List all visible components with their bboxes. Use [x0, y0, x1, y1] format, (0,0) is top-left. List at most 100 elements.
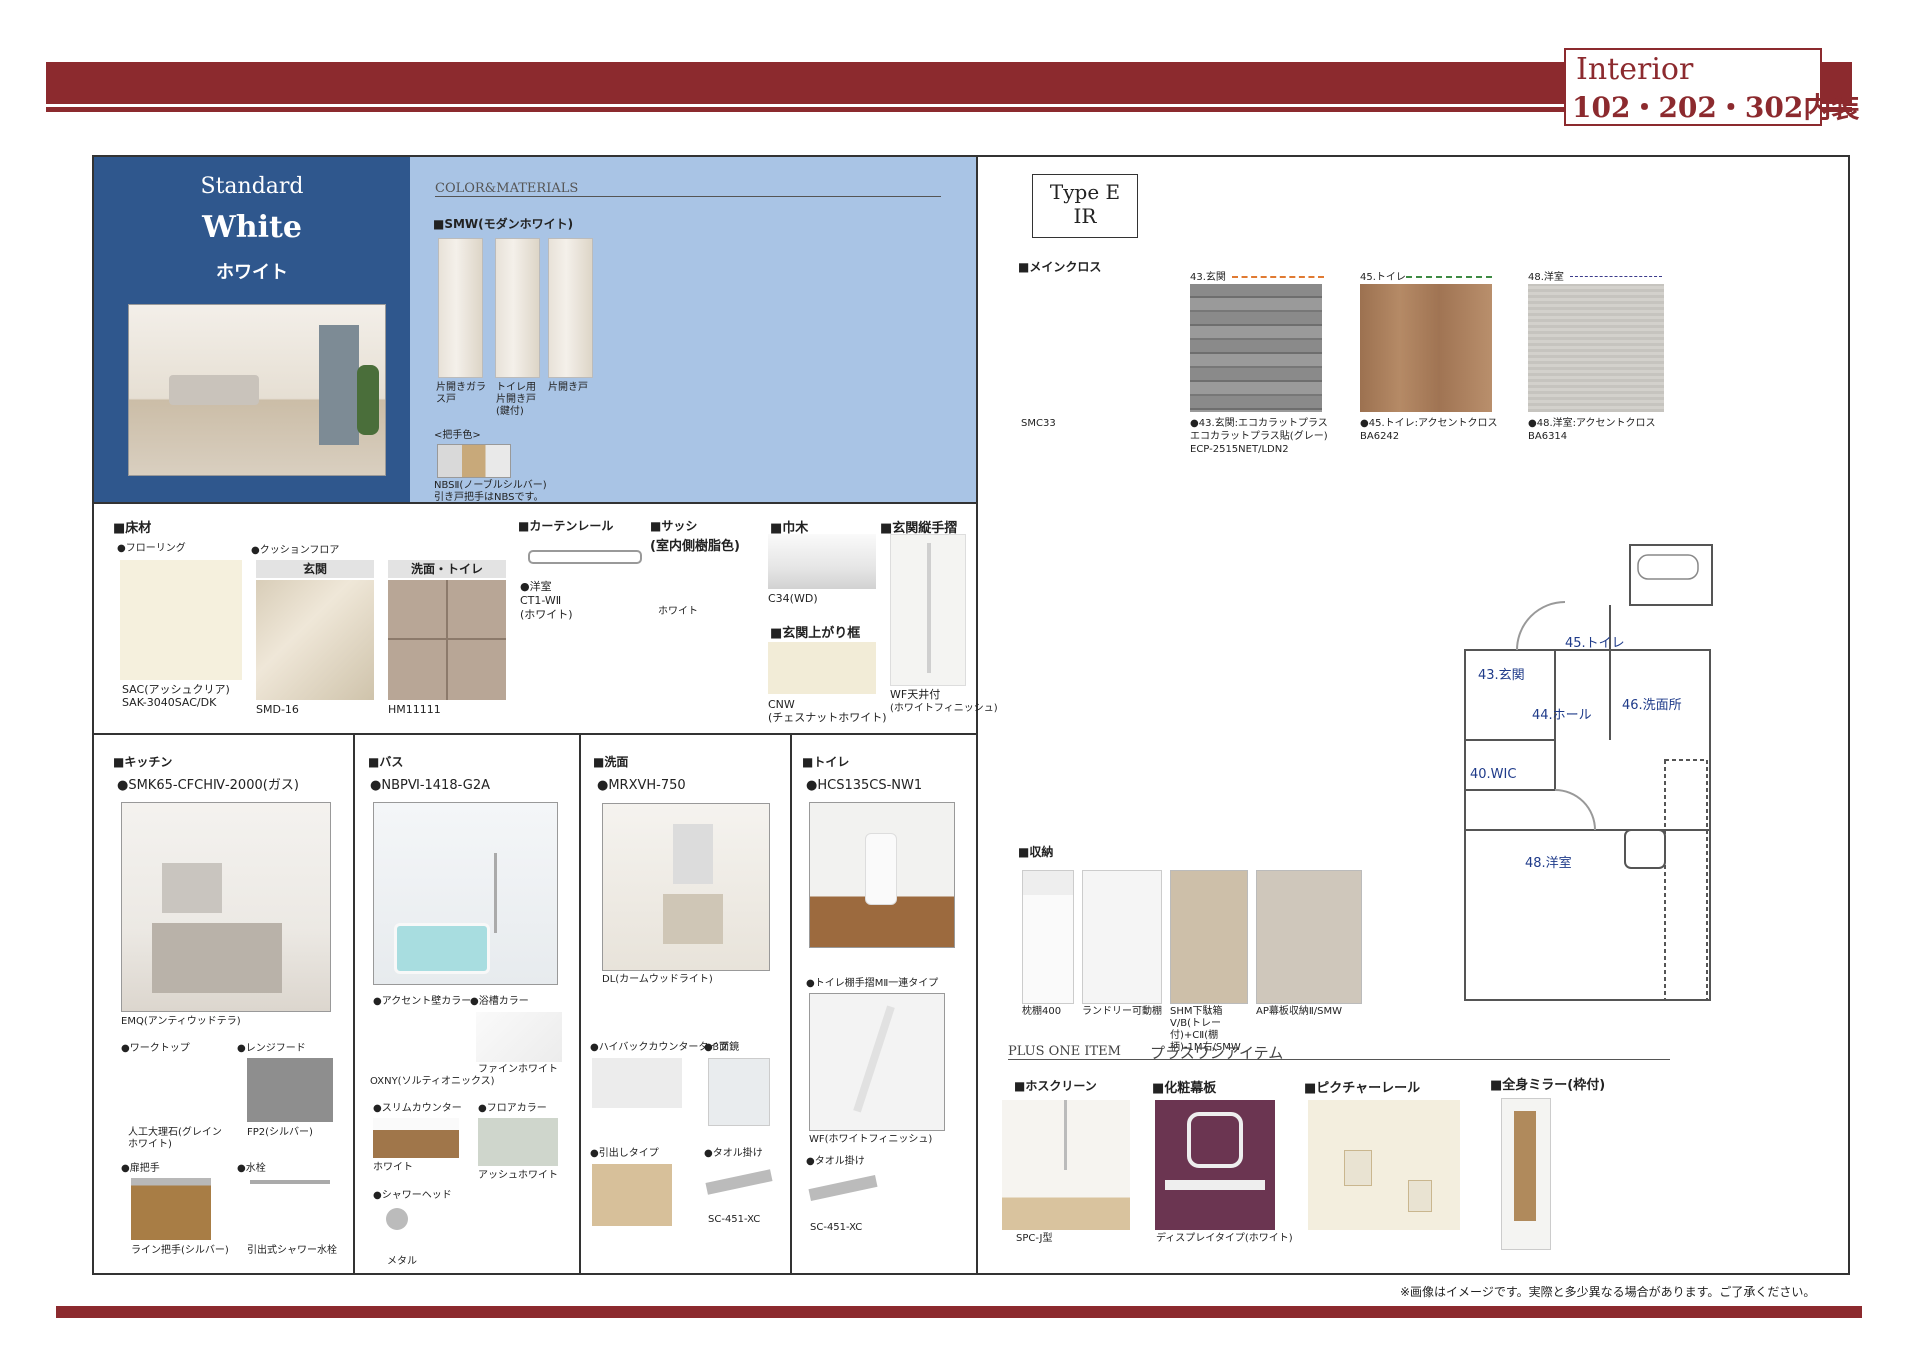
wash-model: ●MRXVH-750	[597, 778, 686, 793]
storage-item-1: 枕棚400	[1022, 1006, 1062, 1017]
mirror-label: ●3面鏡	[704, 1042, 740, 1053]
cushion-genkan-swatch	[256, 580, 374, 700]
door-handle-label: ●扉把手	[121, 1163, 160, 1174]
swatch-2	[1360, 284, 1492, 412]
entrance-rail-color: (ホワイトフィニッシュ)	[890, 703, 998, 714]
curtain-color: (ホワイト)	[520, 608, 573, 621]
cloth-title: ■メインクロス	[1018, 260, 1102, 274]
tub-swatch	[476, 1012, 562, 1062]
bath-model: ●NBPⅥ-1418-G2A	[370, 778, 490, 793]
swatch-3-desc-1: ●48.洋室:アクセントクロス	[1528, 418, 1656, 429]
shower-value: メタル	[387, 1256, 417, 1267]
swatch-3-code: BA6314	[1528, 431, 1568, 442]
plusone-item-2-image	[1155, 1100, 1275, 1230]
cushion-genkan-label: 玄関	[256, 560, 374, 578]
wash-towel-value: SC-451-XC	[708, 1214, 761, 1225]
swatch-1-code: ECP-2515NET/LDN2	[1190, 444, 1289, 455]
plusone-title-en: PLUS ONE ITEM	[1008, 1044, 1121, 1059]
sash-sub: (室内側樹脂色)	[650, 539, 740, 554]
shower-label: ●シャワーヘッド	[373, 1190, 452, 1201]
sash-title: ■サッシ	[650, 519, 698, 533]
bath-floor-swatch	[478, 1118, 558, 1166]
swatch-1-tag: 43.玄関	[1190, 272, 1226, 283]
hood-value: FP2(シルバー)	[247, 1127, 313, 1138]
swatch-3	[1528, 284, 1664, 412]
worktop-value-2: ホワイト)	[128, 1139, 172, 1150]
materials-section-title: COLOR&MATERIALS	[435, 181, 579, 196]
kitchen-model: ●SMK65-CFCHⅣ-2000(ガス)	[117, 778, 299, 793]
cushion-code-1: SMD-16	[256, 703, 299, 716]
baseboard-code: C34(WD)	[768, 592, 818, 605]
door-toilet-swatch	[495, 238, 540, 378]
kitchen-finish: EMQ(アンティウッドテラ)	[121, 1016, 241, 1027]
counter-image	[373, 1118, 459, 1158]
swatch-3-marker	[1570, 276, 1662, 277]
room-40: 40.WIC	[1470, 767, 1517, 782]
storage-image-2	[1082, 870, 1162, 1004]
plan-bath	[1629, 544, 1713, 606]
swatch-2-desc-1: ●45.トイレ:アクセントクロス	[1360, 418, 1498, 429]
room-45: 45.トイレ	[1565, 636, 1625, 651]
accent-value: OXNY(ソルティオニックス)	[370, 1076, 495, 1087]
entrance-rail-image	[890, 534, 966, 686]
divider-kitchen-bath	[353, 734, 355, 1274]
room-43: 43.玄関	[1478, 668, 1525, 683]
materials-rule	[435, 196, 941, 197]
swatch-1-marker	[1232, 276, 1324, 278]
shower-head-image	[386, 1208, 408, 1230]
entrance-frame-color: (チェスナットホワイト)	[768, 711, 887, 724]
room-44: 44.ホール	[1532, 708, 1592, 723]
kitchen-photo	[121, 802, 331, 1012]
header-title-jp: 102・202・302内装	[1572, 91, 1860, 124]
plusone-item-2-code: ディスプレイタイプ(ホワイト)	[1156, 1233, 1293, 1244]
counter-value: ホワイト	[373, 1162, 413, 1173]
swatch-2-tag: 45.トイレ	[1360, 272, 1406, 283]
plusone-item-1-image	[1002, 1100, 1130, 1230]
entrance-frame-code: CNW	[768, 698, 795, 711]
tub-label: ●浴槽カラー	[470, 996, 529, 1007]
bath-title: ■バス	[368, 755, 404, 769]
cushion-label: ●クッションフロア	[251, 545, 340, 556]
accent-label: ●アクセント壁カラー	[373, 996, 472, 1007]
storage-item-4: AP幕板収納Ⅱ/SMW	[1256, 1006, 1343, 1017]
storage-image-4	[1256, 870, 1362, 1004]
worktop-label: ●ワークトップ	[121, 1043, 190, 1054]
flooring-code-1: SAC(アッシュクリア)	[122, 683, 230, 696]
bath-photo	[373, 802, 558, 985]
storage-image-3	[1170, 870, 1248, 1004]
toilet-title: ■トイレ	[802, 755, 850, 769]
toilet-photo	[809, 802, 955, 948]
sash-color: ホワイト	[658, 606, 698, 617]
room-48: 48.洋室	[1525, 856, 1572, 871]
storage-title: ■収納	[1018, 845, 1054, 859]
door-label-3: 片開き戸	[548, 382, 588, 393]
swatch-1-desc-1: ●43.玄関:エコカラットプラス	[1190, 418, 1328, 429]
faucet-label: ●水栓	[237, 1163, 266, 1174]
plusone-item-1-title: ■ホスクリーン	[1014, 1079, 1097, 1093]
swatch-2-code: BA6242	[1360, 431, 1400, 442]
plusone-item-4-image	[1501, 1098, 1551, 1250]
handle-note-1: NBSⅡ(ノーブルシルバー)	[434, 480, 547, 491]
wash-towel-label: ●タオル掛け	[704, 1148, 763, 1159]
hood-image	[247, 1058, 333, 1122]
swatch-1-desc-2: エコカラットプラス貼(グレー)	[1190, 431, 1328, 442]
plusone-item-4-title: ■全身ミラー(枠付)	[1490, 1078, 1606, 1093]
handle-title: <把手色>	[434, 430, 481, 441]
door-glass-swatch	[438, 238, 483, 378]
toilet-shelf-image	[809, 993, 945, 1131]
swatch-3-tag: 48.洋室	[1528, 272, 1564, 283]
curtain-code: CT1-WⅡ	[520, 594, 562, 607]
bath-floor-value: アッシュホワイト	[478, 1170, 558, 1181]
plusone-item-3-title: ■ピクチャーレール	[1304, 1081, 1421, 1096]
toilet-towel-value: SC-451-XC	[810, 1222, 863, 1233]
type-line-2: IR	[1073, 204, 1097, 228]
kitchen-title: ■キッチン	[113, 755, 173, 769]
standard-color-jp: ホワイト	[216, 262, 288, 283]
floor-title: ■床材	[113, 521, 152, 536]
hood-label: ●レンジフード	[237, 1043, 306, 1054]
type-box: Type E IR	[1032, 174, 1138, 238]
flooring-label: ●フローリング	[117, 543, 186, 554]
plusone-item-1-code: SPC-J型	[1016, 1233, 1053, 1244]
swatch-2-marker	[1406, 276, 1492, 278]
plusone-item-3-image	[1308, 1100, 1460, 1230]
